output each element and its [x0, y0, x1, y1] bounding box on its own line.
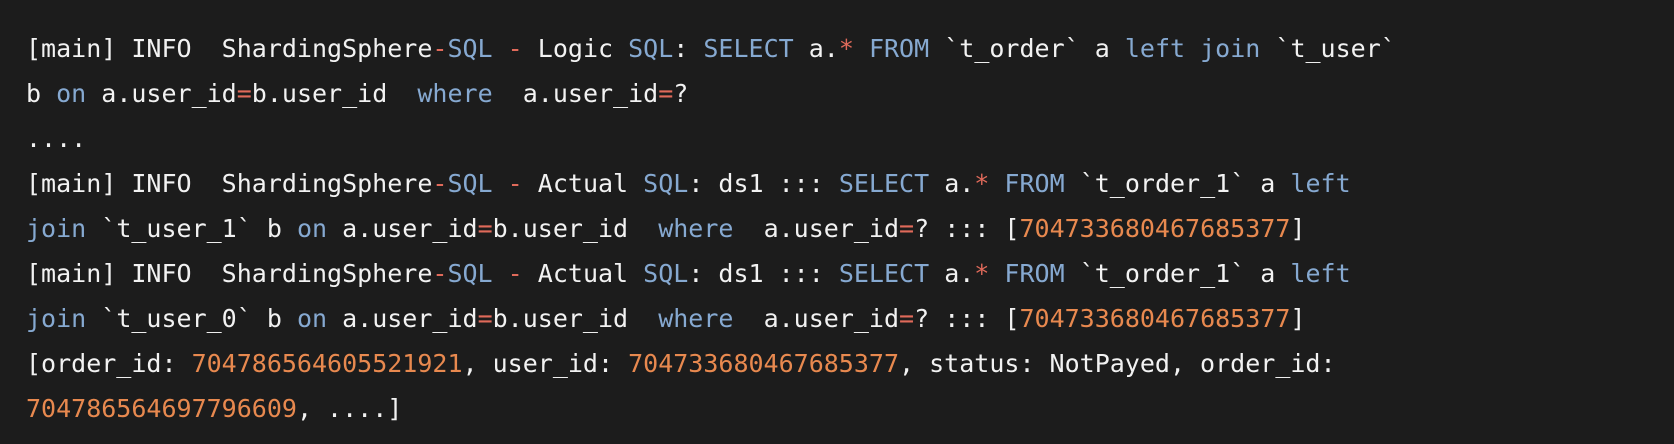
code-token-keyword: where	[417, 79, 493, 108]
code-token-default: : ds1 :::	[688, 259, 839, 288]
code-token-default: :	[673, 34, 704, 63]
code-token-operator: -	[507, 259, 523, 288]
code-line: [order_id: 704786564605521921, user_id: …	[26, 341, 1648, 386]
code-token-keyword: left	[1290, 259, 1351, 288]
code-token-default: ?	[673, 79, 689, 108]
code-line: b on a.user_id=b.user_id where a.user_id…	[26, 71, 1648, 116]
code-token-default: ? ::: [	[914, 304, 1020, 333]
code-token-keyword: SQL	[643, 169, 689, 198]
code-token-operator: -	[432, 259, 448, 288]
code-line: [main] INFO ShardingSphere-SQL - Actual …	[26, 161, 1648, 206]
code-line: join `t_user_1` b on a.user_id=b.user_id…	[26, 206, 1648, 251]
code-token-number: 704733680467685377	[1019, 214, 1291, 243]
code-token-default	[989, 169, 1004, 198]
code-token-number: 704786564605521921	[191, 349, 463, 378]
code-token-keyword: left	[1290, 169, 1351, 198]
code-token-default: a.user_id	[733, 304, 900, 333]
code-token-default: ? ::: [	[914, 214, 1020, 243]
code-token-operator: =	[236, 79, 252, 108]
code-token-default: , status: NotPayed, order_id:	[899, 349, 1336, 378]
code-line: 704786564697796609, ....]	[26, 386, 1648, 431]
code-token-default: b.user_id	[251, 79, 418, 108]
code-token-keyword: on	[296, 304, 328, 333]
code-token-operator: *	[974, 169, 990, 198]
code-token-default: Logic	[522, 34, 629, 63]
code-token-default: `t_user_0` b	[86, 304, 297, 333]
code-token-keyword: join	[26, 214, 87, 243]
code-token-default: `t_order` a	[929, 34, 1125, 63]
code-token-default: b	[26, 79, 57, 108]
code-token-default: `t_user`	[1260, 34, 1396, 63]
code-token-keyword: SQL	[447, 259, 493, 288]
code-token-operator: =	[658, 79, 674, 108]
code-token-operator: =	[899, 304, 915, 333]
code-token-default: [main] INFO ShardingSphere	[26, 259, 433, 288]
code-token-default: a.user_id	[733, 214, 900, 243]
code-token-default: [main] INFO ShardingSphere	[26, 34, 433, 63]
code-token-default: Actual	[522, 169, 644, 198]
code-token-operator: -	[507, 34, 523, 63]
code-token-operator: *	[974, 259, 990, 288]
code-token-operator: =	[899, 214, 915, 243]
code-token-keyword: SQL	[447, 34, 493, 63]
code-token-keyword: SELECT	[838, 259, 930, 288]
code-line: [main] INFO ShardingSphere-SQL - Logic S…	[26, 26, 1648, 71]
code-token-keyword: FROM	[1004, 169, 1065, 198]
code-token-keyword: SQL	[447, 169, 493, 198]
code-token-keyword: left	[1124, 34, 1186, 63]
code-token-operator: =	[477, 304, 493, 333]
code-token-default: Actual	[522, 259, 644, 288]
code-token-default: : ds1 :::	[688, 169, 839, 198]
code-token-keyword: on	[296, 214, 328, 243]
code-token-default: b.user_id	[492, 304, 659, 333]
code-token-default	[989, 259, 1004, 288]
code-token-keyword: SELECT	[838, 169, 930, 198]
code-token-default: a.user_id	[327, 304, 478, 333]
code-token-default	[1185, 34, 1200, 63]
code-token-keyword: FROM	[868, 34, 930, 63]
code-token-default: a.	[929, 259, 975, 288]
code-token-default: ....	[26, 124, 87, 153]
code-token-default: , user_id:	[462, 349, 629, 378]
code-token-default: [main] INFO ShardingSphere	[26, 169, 433, 198]
code-token-default: a.user_id	[86, 79, 237, 108]
code-token-keyword: SQL	[643, 259, 689, 288]
code-token-default: a.user_id	[492, 79, 659, 108]
code-line: join `t_user_0` b on a.user_id=b.user_id…	[26, 296, 1648, 341]
code-token-default	[493, 169, 508, 198]
code-token-keyword: SELECT	[703, 34, 794, 63]
code-token-operator: -	[432, 34, 448, 63]
code-token-default: b.user_id	[492, 214, 659, 243]
code-token-default: a.user_id	[327, 214, 478, 243]
code-token-default: a.	[929, 169, 975, 198]
code-token-default: ]	[1290, 214, 1306, 243]
code-token-number: 704733680467685377	[1019, 304, 1291, 333]
code-token-default: , ....]	[296, 394, 403, 423]
code-token-keyword: SQL	[628, 34, 674, 63]
code-token-default	[854, 34, 869, 63]
code-line: ....	[26, 116, 1648, 161]
code-line: [main] INFO ShardingSphere-SQL - Actual …	[26, 251, 1648, 296]
code-token-default: `t_order_1` a	[1064, 259, 1291, 288]
code-token-default: [order_id:	[26, 349, 192, 378]
code-token-keyword: where	[658, 304, 734, 333]
code-token-operator: -	[507, 169, 523, 198]
code-token-keyword: where	[658, 214, 734, 243]
code-token-default	[493, 259, 508, 288]
code-token-operator: *	[838, 34, 854, 63]
code-token-operator: -	[432, 169, 448, 198]
code-token-default: `t_user_1` b	[86, 214, 297, 243]
code-token-keyword: on	[56, 79, 87, 108]
code-token-default	[493, 34, 508, 63]
code-token-default: a.	[793, 34, 839, 63]
code-block: [main] INFO ShardingSphere-SQL - Logic S…	[0, 0, 1674, 444]
code-token-default: `t_order_1` a	[1064, 169, 1291, 198]
code-token-operator: =	[477, 214, 493, 243]
code-token-number: 704733680467685377	[628, 349, 900, 378]
code-token-keyword: join	[26, 304, 87, 333]
code-token-keyword: FROM	[1004, 259, 1065, 288]
code-token-keyword: join	[1200, 34, 1261, 63]
code-token-number: 704786564697796609	[26, 394, 297, 423]
code-token-default: ]	[1290, 304, 1306, 333]
